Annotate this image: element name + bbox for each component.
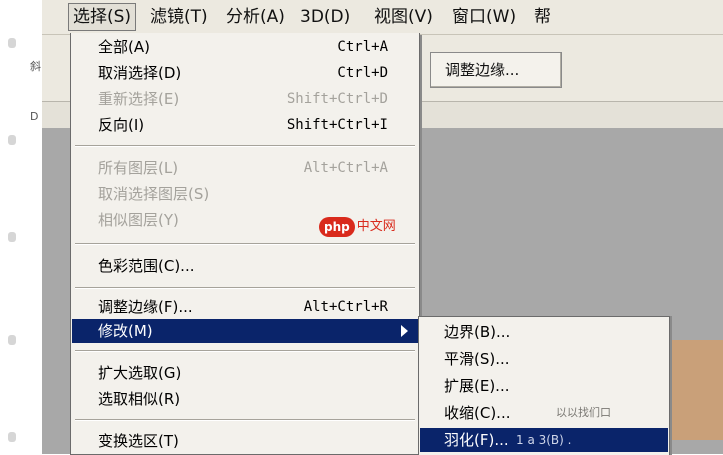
menu-bar: 选择(S) 滤镜(T) 分析(A) 3D(D) 视图(V) 窗口(W) 帮	[42, 0, 723, 35]
submenu-arrow-icon	[401, 325, 408, 337]
php-watermark: php 中文网	[319, 216, 396, 237]
cropped-label-2: D	[30, 110, 39, 123]
submenu-item-border[interactable]: 边界(B)...	[420, 320, 668, 344]
menu-select[interactable]: 选择(S)	[68, 3, 137, 31]
watermark-text: 中文网	[356, 218, 396, 234]
submenu-item-contract[interactable]: 收缩(C)... 以以找们口	[420, 401, 668, 425]
menu-window[interactable]: 窗口(W)	[448, 4, 520, 30]
menu-item-deselect[interactable]: 取消选择(D) Ctrl+D	[72, 61, 418, 85]
menu-help[interactable]: 帮	[530, 4, 555, 30]
left-margin-strip: 斜 D	[0, 0, 42, 454]
menu-filter[interactable]: 滤镜(T)	[146, 4, 212, 30]
menu-analysis[interactable]: 分析(A)	[222, 4, 289, 30]
refine-edge-button[interactable]: 调整边缘...	[430, 52, 562, 88]
php-logo: php	[319, 216, 355, 237]
menu-view[interactable]: 视图(V)	[370, 4, 437, 30]
submenu-item-feather[interactable]: 羽化(F)... 1 a 3(B) .	[420, 428, 668, 452]
menu-separator	[75, 419, 415, 421]
feather-annotation: 1 a 3(B) .	[516, 433, 572, 447]
cropped-label-1: 斜	[30, 60, 41, 73]
menu-3d[interactable]: 3D(D)	[296, 4, 354, 30]
submenu-item-smooth[interactable]: 平滑(S)...	[420, 347, 668, 371]
menu-separator	[75, 145, 415, 147]
menu-item-all[interactable]: 全部(A) Ctrl+A	[72, 35, 418, 59]
menu-item-deselect-layers: 取消选择图层(S)	[98, 185, 210, 203]
menu-item-modify[interactable]: 修改(M)	[72, 319, 418, 343]
menu-separator	[75, 287, 415, 289]
menu-item-reselect: 重新选择(E) Shift+Ctrl+D	[98, 90, 388, 108]
select-menu-dropdown: 全部(A) Ctrl+A 取消选择(D) Ctrl+D 重新选择(E) Shif…	[70, 33, 420, 455]
menu-item-similar[interactable]: 选取相似(R)	[72, 387, 418, 411]
menu-item-grow[interactable]: 扩大选取(G)	[72, 361, 418, 385]
margin-dot	[8, 38, 16, 48]
margin-dot	[8, 135, 16, 145]
handwritten-note: 以以找们口	[556, 406, 611, 419]
canvas-image-edge	[668, 340, 723, 440]
menu-item-color-range[interactable]: 色彩范围(C)...	[72, 254, 418, 278]
menu-separator	[75, 350, 415, 352]
menu-item-inverse[interactable]: 反向(I) Shift+Ctrl+I	[72, 113, 418, 137]
menu-item-all-layers: 所有图层(L) Alt+Ctrl+A	[98, 159, 388, 177]
margin-dot	[8, 232, 16, 242]
menu-item-transform-selection[interactable]: 变换选区(T)	[72, 429, 418, 453]
menu-item-refine-edge[interactable]: 调整边缘(F)... Alt+Ctrl+R	[72, 295, 418, 319]
margin-dot	[8, 335, 16, 345]
modify-submenu: 边界(B)... 平滑(S)... 扩展(E)... 收缩(C)... 以以找们…	[418, 316, 670, 455]
menu-separator	[75, 243, 415, 245]
margin-dot	[8, 432, 16, 442]
submenu-item-expand[interactable]: 扩展(E)...	[420, 374, 668, 398]
